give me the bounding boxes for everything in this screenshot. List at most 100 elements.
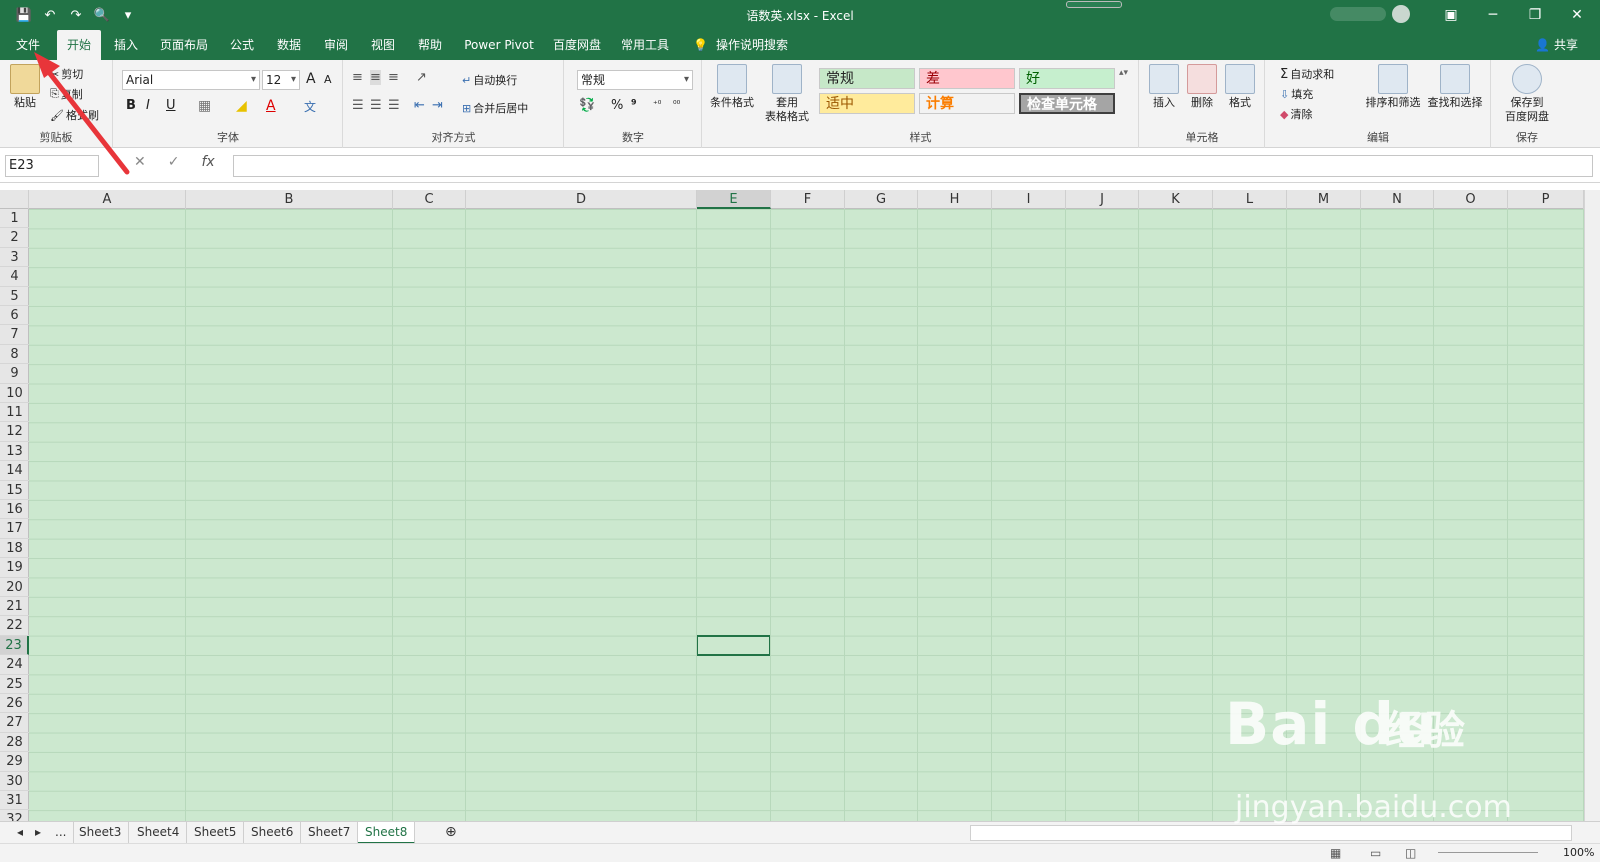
border-icon[interactable]: ▦	[198, 98, 211, 114]
name-box[interactable]: E23	[5, 155, 99, 177]
row-header[interactable]: 26	[0, 694, 29, 714]
row-header[interactable]: 10	[0, 384, 29, 403]
font-color-icon[interactable]: A	[266, 98, 276, 114]
sort-filter-button[interactable]: 排序和筛选	[1364, 64, 1422, 110]
column-header[interactable]: A	[29, 190, 186, 209]
row-header[interactable]: 27	[0, 713, 29, 733]
orientation-icon[interactable]: ↗	[416, 70, 427, 85]
sheet-tab[interactable]: Sheet6	[244, 822, 302, 844]
page-layout-view-icon[interactable]: ▭	[1370, 846, 1381, 860]
row-header[interactable]: 14	[0, 461, 29, 481]
row-header[interactable]: 3	[0, 248, 29, 268]
row-header[interactable]: 2	[0, 228, 29, 248]
top-align-icon[interactable]: ≡	[352, 70, 363, 85]
copy-button[interactable]: ⎘ 复制	[50, 86, 83, 102]
italic-button[interactable]: I	[146, 98, 150, 113]
column-header[interactable]: H	[918, 190, 992, 209]
tab-data[interactable]: 数据	[271, 30, 307, 60]
sheet-tab[interactable]: Sheet3	[72, 822, 130, 844]
style-neutral[interactable]: 适中	[819, 93, 915, 114]
style-check-cell[interactable]: 检查单元格	[1019, 93, 1115, 114]
format-as-table-button[interactable]: 套用 表格格式	[759, 64, 815, 124]
tab-help[interactable]: 帮助	[412, 30, 448, 60]
format-painter-button[interactable]: 🖌 格式刷	[50, 107, 99, 123]
row-header[interactable]: 8	[0, 345, 29, 365]
row-header[interactable]: 11	[0, 403, 29, 423]
row-header[interactable]: 32	[0, 810, 29, 821]
bottom-align-icon[interactable]: ≡	[388, 70, 399, 85]
style-calculation[interactable]: 计算	[919, 93, 1015, 114]
format-cells-button[interactable]: 格式	[1222, 64, 1258, 110]
tab-view[interactable]: 视图	[365, 30, 401, 60]
sheet-tab[interactable]: Sheet5	[187, 822, 245, 844]
paste-button[interactable]: 粘贴	[6, 64, 44, 110]
column-header[interactable]: F	[771, 190, 845, 209]
merge-center-button[interactable]: ⊞ 合并后居中	[462, 100, 528, 116]
row-header[interactable]: 15	[0, 481, 29, 500]
increase-indent-icon[interactable]: ⇥	[432, 98, 443, 113]
sheet-tab[interactable]: Sheet8	[358, 822, 416, 844]
close-button[interactable]: ✕	[1556, 0, 1598, 30]
sheet-tab[interactable]: Sheet7	[301, 822, 359, 844]
select-all-corner[interactable]	[0, 190, 29, 209]
restore-button[interactable]: ❐	[1514, 0, 1556, 30]
column-header[interactable]: E	[697, 190, 771, 209]
share-button[interactable]: 👤 共享	[1535, 30, 1578, 60]
column-header[interactable]: J	[1066, 190, 1139, 209]
enter-icon[interactable]: ✓	[168, 154, 180, 170]
row-header[interactable]: 4	[0, 267, 29, 287]
row-header[interactable]: 6	[0, 306, 29, 326]
shrink-font-button[interactable]: A	[324, 73, 332, 86]
row-header[interactable]: 18	[0, 539, 29, 559]
style-normal[interactable]: 常规	[819, 68, 915, 89]
row-header[interactable]: 17	[0, 519, 29, 539]
clear-button[interactable]: ◆ 清除	[1280, 106, 1312, 122]
insert-function-icon[interactable]: fx	[201, 154, 214, 170]
sheet-nav-next-icon[interactable]: ▸	[28, 822, 48, 844]
row-header[interactable]: 19	[0, 558, 29, 578]
column-header[interactable]: P	[1508, 190, 1584, 209]
row-header[interactable]: 25	[0, 675, 29, 694]
tab-power-pivot[interactable]: Power Pivot	[459, 30, 539, 60]
comma-button[interactable]: ⁹	[631, 98, 637, 113]
add-sheet-button[interactable]: ⊕	[438, 822, 464, 844]
row-header[interactable]: 1	[0, 209, 29, 229]
row-header[interactable]: 20	[0, 578, 29, 597]
row-header[interactable]: 24	[0, 655, 29, 675]
row-header[interactable]: 23	[0, 635, 29, 656]
row-header[interactable]: 12	[0, 422, 29, 442]
tab-file[interactable]: 文件	[8, 30, 48, 60]
font-name-combo[interactable]: Arial	[122, 70, 260, 90]
save-to-baidu-button[interactable]: 保存到 百度网盘	[1498, 64, 1556, 124]
row-header[interactable]: 21	[0, 597, 29, 617]
column-header[interactable]: G	[845, 190, 918, 209]
grow-font-button[interactable]: A	[306, 71, 316, 87]
tell-me-search[interactable]: 💡 操作说明搜索	[693, 30, 788, 60]
row-header[interactable]: 22	[0, 616, 29, 636]
phonetic-icon[interactable]: 文	[304, 98, 316, 115]
style-bad[interactable]: 差	[919, 68, 1015, 89]
tab-insert[interactable]: 插入	[108, 30, 144, 60]
row-header[interactable]: 7	[0, 325, 29, 345]
decrease-decimal-icon[interactable]: ⁰⁰	[673, 100, 680, 110]
cut-button[interactable]: ✂ 剪切	[50, 66, 83, 82]
tab-baidu-netdisk[interactable]: 百度网盘	[549, 30, 605, 60]
column-header[interactable]: L	[1213, 190, 1287, 209]
sheet-more-button[interactable]: ...	[48, 822, 75, 844]
tab-formulas[interactable]: 公式	[224, 30, 260, 60]
align-left-icon[interactable]: ☰	[352, 98, 364, 113]
active-cell[interactable]	[696, 634, 771, 657]
decrease-indent-icon[interactable]: ⇤	[414, 98, 425, 113]
row-header[interactable]: 9	[0, 364, 29, 384]
fill-button[interactable]: ⇩ 填充	[1280, 86, 1313, 102]
column-header[interactable]: B	[186, 190, 393, 209]
column-header[interactable]: D	[466, 190, 697, 209]
row-header[interactable]: 16	[0, 500, 29, 520]
account-area[interactable]	[1320, 4, 1410, 24]
zoom-slider[interactable]	[1438, 852, 1538, 853]
vertical-scrollbar[interactable]	[1584, 190, 1600, 821]
style-good[interactable]: 好	[1019, 68, 1115, 89]
avatar[interactable]	[1392, 5, 1410, 23]
row-header[interactable]: 29	[0, 752, 29, 772]
column-header[interactable]: K	[1139, 190, 1213, 209]
